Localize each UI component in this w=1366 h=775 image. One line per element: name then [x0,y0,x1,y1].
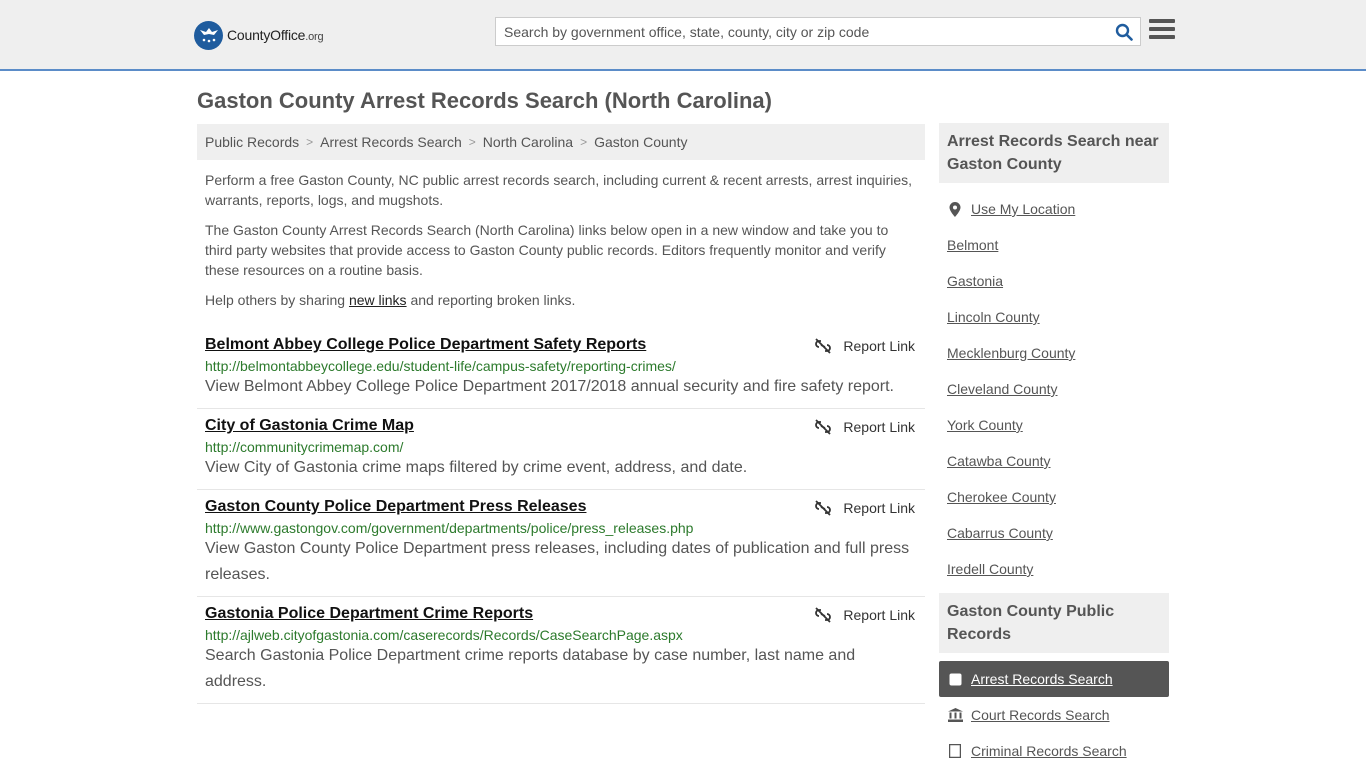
sidebar: Arrest Records Search near Gaston County… [939,123,1169,775]
search-input[interactable] [496,18,1108,45]
result-description: Search Gastonia Police Department crime … [205,647,856,690]
result-url[interactable]: http://belmontabbeycollege.edu/student-l… [205,358,917,374]
checkbox-icon [947,673,963,686]
intro-paragraph-2: The Gaston County Arrest Records Search … [205,222,889,278]
public-link-arrest-records[interactable]: Arrest Records Search [939,661,1169,697]
broken-link-icon [815,607,832,623]
breadcrumb-separator-icon: > [306,135,314,149]
new-links-link[interactable]: new links [349,292,407,308]
hamburger-menu-icon[interactable] [1149,19,1175,43]
breadcrumb-north-carolina[interactable]: North Carolina [483,134,573,150]
page-title: Gaston County Arrest Records Search (Nor… [197,88,772,113]
public-link-criminal-records[interactable]: Criminal Records Search [939,733,1169,769]
result-title-link[interactable]: Belmont Abbey College Police Department … [205,336,646,354]
nearby-link-cleveland-county[interactable]: Cleveland County [939,371,1169,407]
broken-link-icon [815,500,832,516]
use-my-location-link[interactable]: Use My Location [939,191,1169,227]
broken-link-icon [815,338,832,354]
breadcrumb: Public Records > Arrest Records Search >… [197,124,925,160]
result-url[interactable]: http://ajlweb.cityofgastonia.com/caserec… [205,627,917,643]
site-logo[interactable]: CountyOffice.org [194,20,324,50]
courthouse-icon [947,708,963,722]
nearby-link-mecklenburg-county[interactable]: Mecklenburg County [939,335,1169,371]
logo-eagle-icon [194,20,223,50]
nearby-link-york-county[interactable]: York County [939,407,1169,443]
public-link-court-records[interactable]: Court Records Search [939,697,1169,733]
search-button[interactable] [1108,18,1140,45]
result-item: Gaston County Police Department Press Re… [197,490,925,597]
public-records-list: Arrest Records Search Court Records Sear… [939,653,1169,775]
result-item: Gastonia Police Department Crime Reports… [197,597,925,704]
result-item: City of Gastonia Crime Map Report Link h… [197,409,925,490]
map-marker-icon [947,201,963,217]
breadcrumb-separator-icon: > [468,135,476,149]
nearby-link-belmont[interactable]: Belmont [939,227,1169,263]
main-content: Public Records > Arrest Records Search >… [197,124,925,704]
nearby-heading: Arrest Records Search near Gaston County [939,123,1169,183]
result-title-link[interactable]: City of Gastonia Crime Map [205,417,414,435]
nearby-link-gastonia[interactable]: Gastonia [939,263,1169,299]
results-list: Belmont Abbey College Police Department … [197,328,925,704]
logo-text: CountyOffice.org [227,27,324,43]
breadcrumb-gaston-county[interactable]: Gaston County [594,134,687,150]
breadcrumb-arrest-records[interactable]: Arrest Records Search [320,134,462,150]
result-item: Belmont Abbey College Police Department … [197,328,925,409]
result-description: View Gaston County Police Department pre… [205,540,910,583]
report-link-button[interactable]: Report Link [815,607,915,623]
search-icon [1115,23,1133,41]
breadcrumb-separator-icon: > [580,135,588,149]
report-link-button[interactable]: Report Link [815,419,915,435]
public-records-heading: Gaston County Public Records [939,593,1169,653]
result-title-link[interactable]: Gastonia Police Department Crime Reports [205,605,533,623]
result-description: View City of Gastonia crime maps filtere… [205,459,748,476]
nearby-link-cherokee-county[interactable]: Cherokee County [939,479,1169,515]
result-url[interactable]: http://www.gastongov.com/government/depa… [205,520,917,536]
report-link-button[interactable]: Report Link [815,500,915,516]
breadcrumb-public-records[interactable]: Public Records [205,134,299,150]
intro-paragraph-1: Perform a free Gaston County, NC public … [205,172,913,208]
report-link-button[interactable]: Report Link [815,338,915,354]
nearby-list: Use My Location Belmont Gastonia Lincoln… [939,183,1169,593]
result-url[interactable]: http://communitycrimemap.com/ [205,439,917,455]
broken-link-icon [815,419,832,435]
result-title-link[interactable]: Gaston County Police Department Press Re… [205,498,586,516]
site-header: CountyOffice.org [0,0,1366,71]
nearby-link-cabarrus-county[interactable]: Cabarrus County [939,515,1169,551]
nearby-link-lincoln-county[interactable]: Lincoln County [939,299,1169,335]
intro-text: Perform a free Gaston County, NC public … [197,170,925,310]
nearby-link-catawba-county[interactable]: Catawba County [939,443,1169,479]
result-description: View Belmont Abbey College Police Depart… [205,378,894,395]
nearby-link-iredell-county[interactable]: Iredell County [939,551,1169,587]
document-icon [947,744,963,758]
search-bar [495,17,1141,46]
intro-paragraph-3: Help others by sharing new links and rep… [205,292,576,308]
